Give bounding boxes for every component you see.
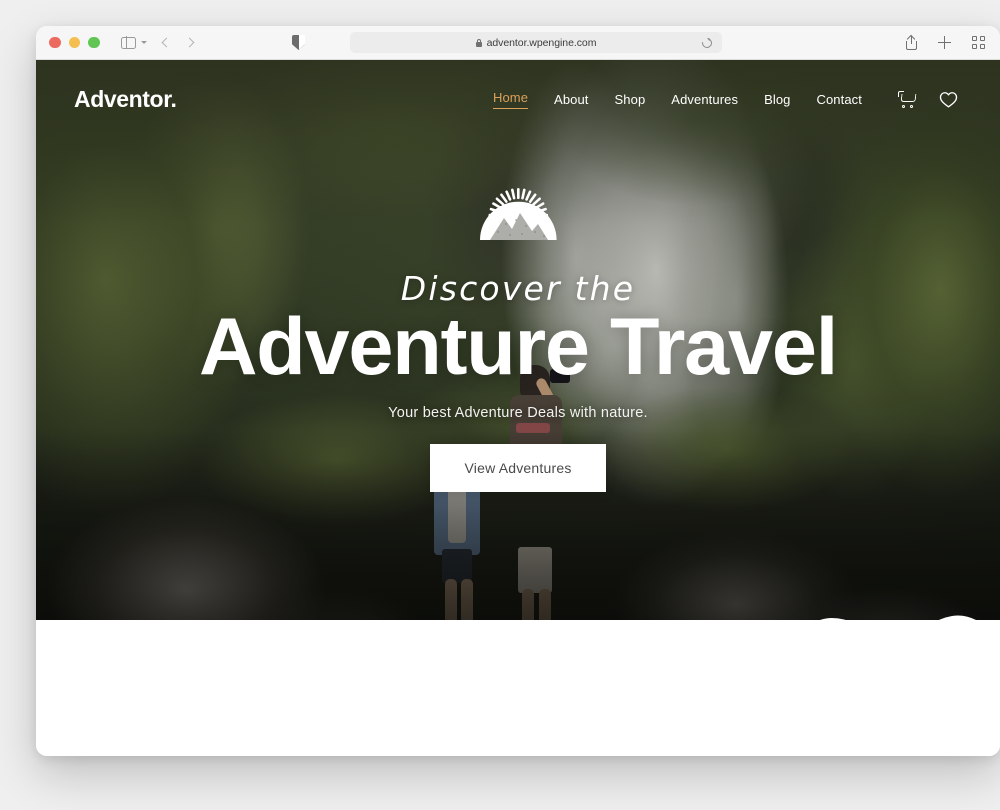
nav-item-contact[interactable]: Contact: [816, 92, 862, 107]
nav-item-about[interactable]: About: [554, 92, 588, 107]
nav-item-adventures[interactable]: Adventures: [671, 92, 738, 107]
sidebar-toggle-button[interactable]: [120, 36, 147, 49]
toolbar-right-actions: [906, 34, 985, 50]
nav-item-home[interactable]: Home: [492, 90, 529, 109]
heart-icon[interactable]: [939, 91, 958, 108]
cart-icon[interactable]: [898, 90, 917, 108]
chevron-down-icon: [140, 41, 147, 44]
page-body-below-hero: [36, 620, 1000, 756]
lock-icon: [475, 38, 482, 47]
navigation-arrows: [161, 37, 194, 48]
browser-toolbar: adventor.wpengine.com: [36, 26, 1000, 60]
site-logo[interactable]: Adventor.: [74, 86, 177, 113]
sidebar-icon: [120, 36, 136, 49]
url-text: adventor.wpengine.com: [486, 36, 597, 49]
header-icon-group: [898, 90, 958, 108]
privacy-report-icon[interactable]: [292, 35, 305, 50]
nav-item-blog[interactable]: Blog: [764, 92, 790, 107]
browser-window: adventor.wpengine.com Adventor. Home Abo…: [36, 26, 1000, 756]
reload-icon[interactable]: [700, 35, 714, 50]
main-navigation: Home About Shop Adventures Blog Contact: [492, 90, 958, 109]
forward-button[interactable]: [184, 37, 194, 48]
website-viewport: Adventor. Home About Shop Adventures Blo…: [36, 60, 1000, 756]
tab-overview-icon[interactable]: [972, 36, 985, 49]
view-adventures-button[interactable]: View Adventures: [430, 443, 606, 492]
traffic-lights: [49, 36, 100, 49]
share-icon[interactable]: [906, 34, 917, 50]
mountain-sunburst-badge-icon: [480, 188, 557, 240]
close-window-button[interactable]: [49, 36, 61, 49]
new-tab-icon[interactable]: [938, 36, 951, 49]
minimize-window-button[interactable]: [68, 36, 80, 49]
address-bar[interactable]: adventor.wpengine.com: [350, 32, 722, 53]
hero-headline: Adventure Travel: [198, 302, 838, 392]
hero-subline: Your best Adventure Deals with nature.: [388, 404, 648, 421]
back-button[interactable]: [161, 37, 171, 48]
zoom-window-button[interactable]: [88, 36, 100, 49]
site-header: Adventor. Home About Shop Adventures Blo…: [36, 60, 1000, 138]
nav-item-shop[interactable]: Shop: [615, 92, 646, 107]
